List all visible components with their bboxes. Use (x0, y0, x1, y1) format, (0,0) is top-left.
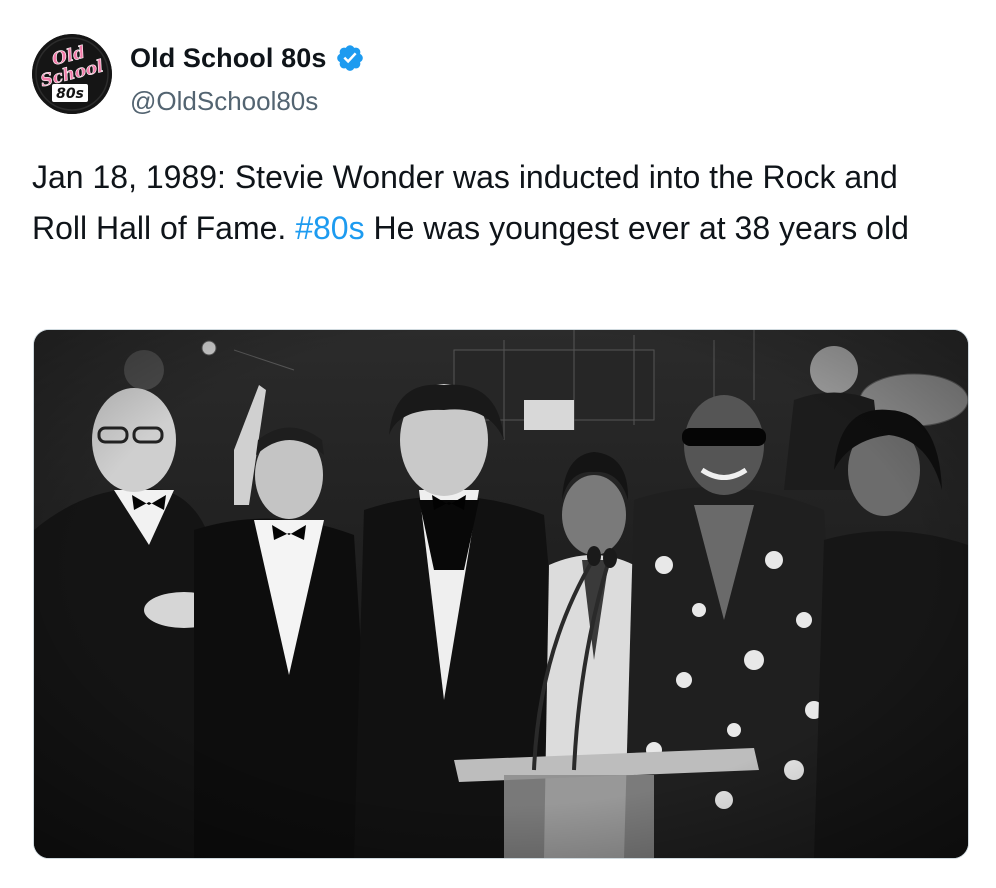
tweet-photo[interactable] (33, 329, 969, 859)
old-school-80s-logo-icon: Old School 80s (32, 34, 112, 114)
author-display-name[interactable]: Old School 80s (130, 43, 326, 74)
avatar[interactable]: Old School 80s (32, 34, 112, 114)
svg-text:80s: 80s (56, 86, 84, 102)
tweet-text: Jan 18, 1989: Stevie Wonder was inducted… (32, 152, 952, 254)
author-handle[interactable]: @OldSchool80s (130, 86, 318, 117)
verified-badge-icon[interactable] (335, 43, 365, 73)
tweet-card: Old School 80s Old School 80s @OldSchool… (0, 0, 996, 888)
group-photo (34, 330, 968, 858)
hashtag-link[interactable]: #80s (295, 210, 364, 246)
tweet-text-part: He was youngest ever at 38 years old (364, 210, 909, 246)
author-name-row: Old School 80s (130, 40, 365, 76)
